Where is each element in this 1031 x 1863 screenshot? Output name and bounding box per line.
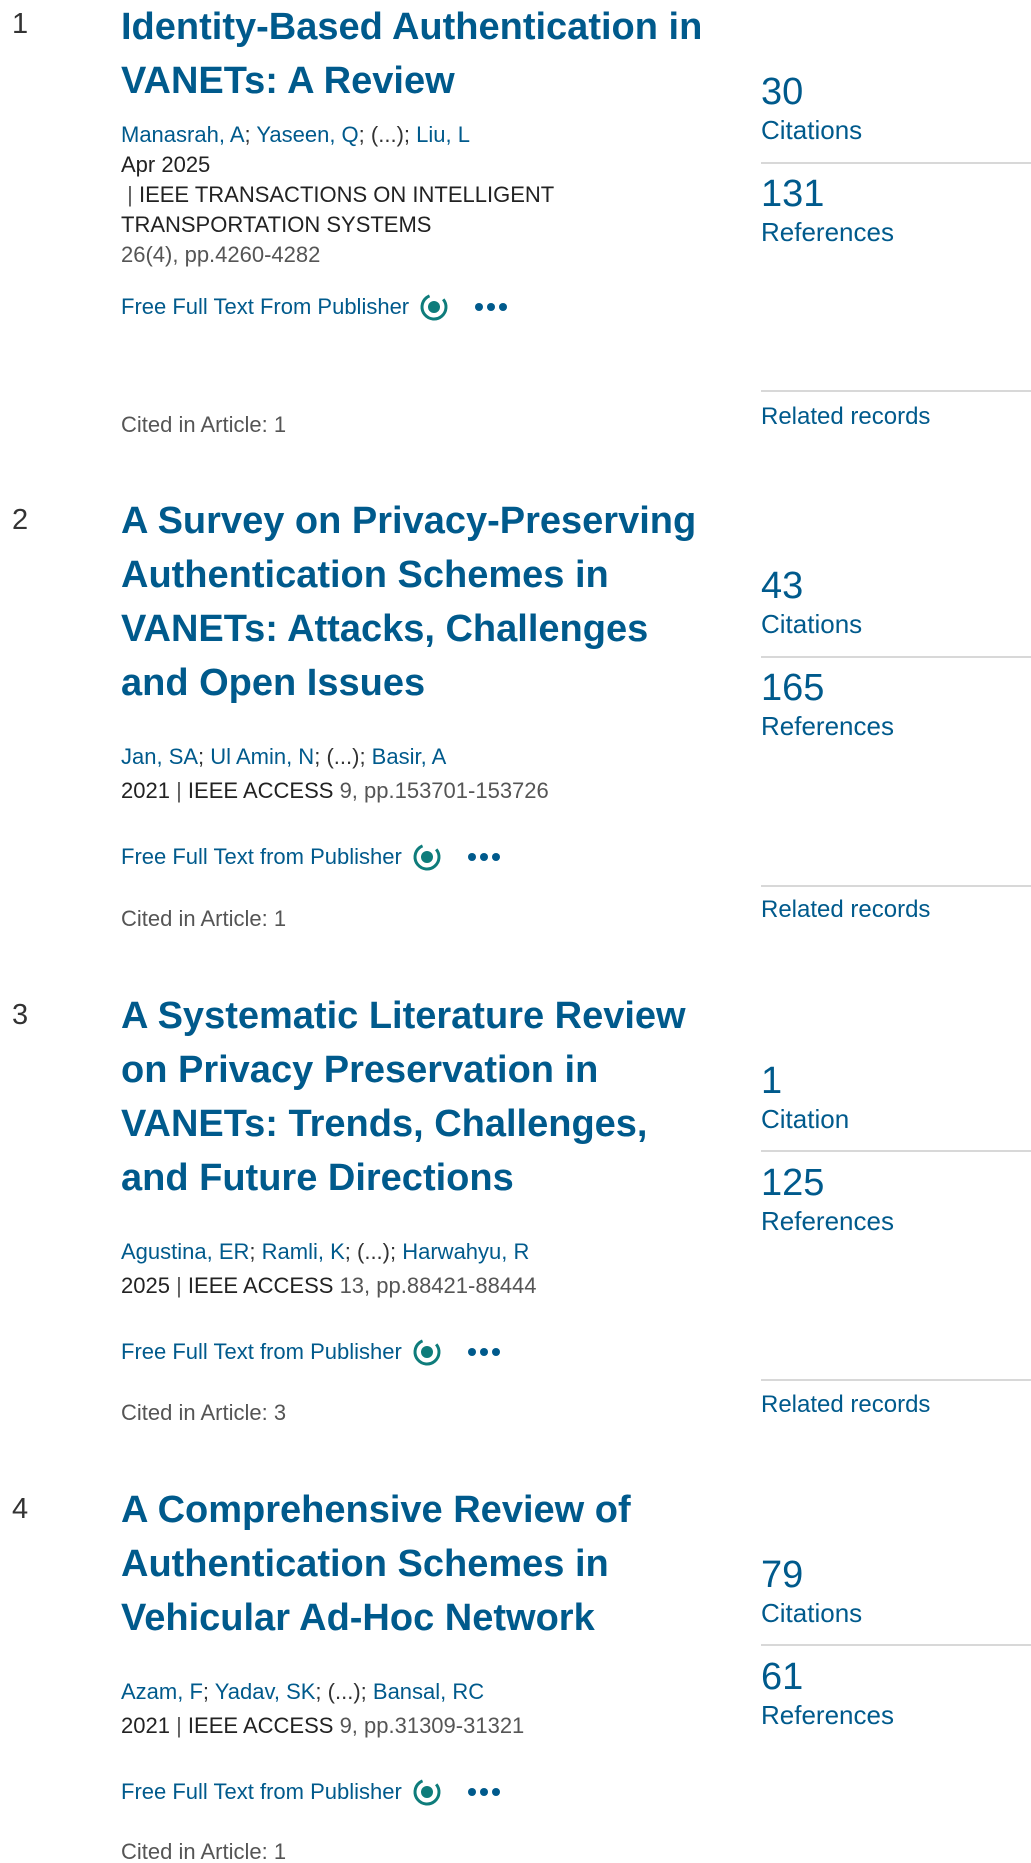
cited-in-article: Cited in Article: 1 <box>121 412 287 437</box>
author-link[interactable]: Ul Amin, N <box>210 744 314 769</box>
record-number: 4 <box>12 1493 29 1525</box>
references-count[interactable]: 61 <box>761 1655 1031 1699</box>
author-link[interactable]: Yaseen, Q <box>256 122 358 147</box>
author-link[interactable]: Bansal, RC <box>373 1679 484 1704</box>
divider <box>761 1150 1031 1152</box>
reference-stats: 131 References <box>761 172 1031 248</box>
authors-ellipsis: (...) <box>326 744 360 769</box>
divider <box>761 885 1031 887</box>
radio-target-icon <box>413 843 441 871</box>
full-text-link[interactable]: Free Full Text From Publisher <box>121 294 409 320</box>
volume-pages: 9, pp.31309-31321 <box>339 1713 525 1738</box>
reference-stats: 125 References <box>761 1161 1031 1237</box>
citations-label[interactable]: Citation <box>761 1103 1031 1135</box>
cited-in-article: Cited in Article: 1 <box>121 906 287 931</box>
cited-in-article: Cited in Article: 1 <box>121 1839 287 1863</box>
full-text-row: Free Full Text From Publisher <box>121 292 509 322</box>
divider <box>761 162 1031 164</box>
author-link[interactable]: Ramli, K <box>262 1239 345 1264</box>
references-label[interactable]: References <box>761 1699 1031 1731</box>
citations-count[interactable]: 43 <box>761 564 1031 608</box>
pub-date: 2021 <box>121 778 170 803</box>
cited-in-article: Cited in Article: 3 <box>121 1400 287 1425</box>
citations-count[interactable]: 1 <box>761 1059 1031 1103</box>
more-options-icon[interactable] <box>466 851 502 863</box>
authors: Azam, F; Yadav, SK; (...); Bansal, RC <box>121 1679 485 1704</box>
authors-ellipsis: (...) <box>370 122 404 147</box>
pub-date: Apr 2025 <box>121 152 211 177</box>
references-label[interactable]: References <box>761 710 1031 742</box>
related-records-link[interactable]: Related records <box>761 896 930 924</box>
volume-pages: 13, pp.88421-88444 <box>339 1273 537 1298</box>
references-label[interactable]: References <box>761 216 1031 248</box>
record-title-link[interactable]: Identity-Based Authentication in VANETs:… <box>121 0 721 108</box>
record-title-link[interactable]: A Comprehensive Review of Authentication… <box>121 1483 721 1645</box>
pub-date: 2021 <box>121 1713 170 1738</box>
divider <box>761 656 1031 658</box>
record-number: 3 <box>12 999 29 1031</box>
related-records-link[interactable]: Related records <box>761 403 930 431</box>
citation-stats: 1 Citation <box>761 1059 1031 1135</box>
journal-name: IEEE ACCESS <box>187 1273 334 1298</box>
citations-count[interactable]: 79 <box>761 1553 1031 1597</box>
author-link[interactable]: Liu, L <box>416 122 470 147</box>
reference-stats: 61 References <box>761 1655 1031 1731</box>
publication-info: 2025 | IEEE ACCESS 13, pp.88421-88444 <box>121 1273 537 1298</box>
references-count[interactable]: 131 <box>761 172 1031 216</box>
publication-info: 2021 | IEEE ACCESS 9, pp.31309-31321 <box>121 1713 525 1738</box>
reference-stats: 165 References <box>761 666 1031 742</box>
divider <box>761 1379 1031 1381</box>
volume-pages: 26(4), pp.4260-4282 <box>121 242 321 267</box>
more-options-icon[interactable] <box>473 301 509 313</box>
related-records-link[interactable]: Related records <box>761 1391 930 1419</box>
radio-target-icon <box>413 1778 441 1806</box>
volume-pages: 9, pp.153701-153726 <box>339 778 549 803</box>
references-count[interactable]: 125 <box>761 1161 1031 1205</box>
author-link[interactable]: Harwahyu, R <box>402 1239 529 1264</box>
citation-stats: 79 Citations <box>761 1553 1031 1629</box>
authors: Agustina, ER; Ramli, K; (...); Harwahyu,… <box>121 1239 530 1264</box>
authors: Manasrah, A; Yaseen, Q; (...); Liu, L <box>121 122 470 147</box>
references-count[interactable]: 165 <box>761 666 1031 710</box>
citations-label[interactable]: Citations <box>761 1597 1031 1629</box>
publication-info: 2021 | IEEE ACCESS 9, pp.153701-153726 <box>121 778 549 803</box>
radio-target-icon <box>420 293 448 321</box>
citations-count[interactable]: 30 <box>761 70 1031 114</box>
full-text-row: Free Full Text from Publisher <box>121 842 502 872</box>
citations-label[interactable]: Citations <box>761 608 1031 640</box>
publication-info: Apr 2025 | IEEE TRANSACTIONS ON INTELLIG… <box>121 150 681 270</box>
pub-date: 2025 <box>121 1273 170 1298</box>
journal-name: IEEE ACCESS <box>187 1713 334 1738</box>
more-options-icon[interactable] <box>466 1786 502 1798</box>
record-number: 1 <box>12 8 29 40</box>
citation-stats: 30 Citations <box>761 70 1031 146</box>
divider <box>761 1644 1031 1646</box>
journal-name: IEEE ACCESS <box>187 778 334 803</box>
author-link[interactable]: Azam, F <box>121 1679 203 1704</box>
citation-stats: 43 Citations <box>761 564 1031 640</box>
record-number: 2 <box>12 504 29 536</box>
divider <box>761 390 1031 392</box>
radio-target-icon <box>413 1338 441 1366</box>
authors: Jan, SA; Ul Amin, N; (...); Basir, A <box>121 744 447 769</box>
citations-label[interactable]: Citations <box>761 114 1031 146</box>
references-label[interactable]: References <box>761 1205 1031 1237</box>
author-link[interactable]: Agustina, ER <box>121 1239 249 1264</box>
full-text-link[interactable]: Free Full Text from Publisher <box>121 1339 402 1365</box>
author-link[interactable]: Basir, A <box>372 744 447 769</box>
full-text-row: Free Full Text from Publisher <box>121 1777 502 1807</box>
journal-name: IEEE TRANSACTIONS ON INTELLIGENT TRANSPO… <box>121 182 554 237</box>
author-link[interactable]: Jan, SA <box>121 744 198 769</box>
authors-ellipsis: (...) <box>357 1239 390 1264</box>
author-link[interactable]: Manasrah, A <box>121 122 245 147</box>
more-options-icon[interactable] <box>466 1346 502 1358</box>
full-text-link[interactable]: Free Full Text from Publisher <box>121 1779 402 1805</box>
full-text-row: Free Full Text from Publisher <box>121 1337 502 1367</box>
author-link[interactable]: Yadav, SK <box>215 1679 316 1704</box>
record-title-link[interactable]: A Survey on Privacy-Preserving Authentic… <box>121 494 721 710</box>
authors-ellipsis: (...) <box>327 1679 361 1704</box>
record-title-link[interactable]: A Systematic Literature Review on Privac… <box>121 989 721 1205</box>
full-text-link[interactable]: Free Full Text from Publisher <box>121 844 402 870</box>
